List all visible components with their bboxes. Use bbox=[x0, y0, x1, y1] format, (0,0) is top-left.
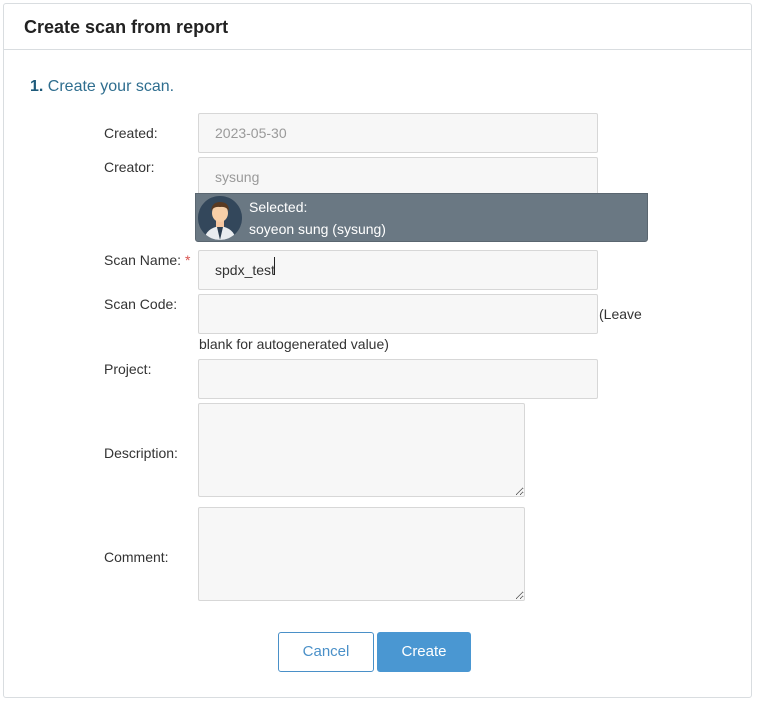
user-avatar-icon bbox=[198, 196, 242, 240]
text-caret bbox=[274, 257, 275, 275]
step-number: 1. bbox=[30, 78, 44, 95]
created-label: Created: bbox=[104, 125, 158, 141]
scan-code-hint-1: (Leave bbox=[599, 306, 642, 322]
scan-name-label-text: Scan Name: bbox=[104, 252, 182, 268]
create-button[interactable]: Create bbox=[377, 632, 471, 672]
dialog-header: Create scan from report bbox=[4, 4, 751, 50]
selected-user-box[interactable]: Selected: soyeon sung (sysung) bbox=[195, 193, 648, 242]
creator-field[interactable] bbox=[198, 157, 598, 197]
project-input[interactable] bbox=[198, 359, 598, 399]
scan-code-input[interactable] bbox=[198, 294, 598, 334]
comment-textarea[interactable] bbox=[198, 507, 525, 601]
selected-title: Selected: bbox=[249, 199, 308, 215]
comment-label: Comment: bbox=[104, 549, 169, 565]
required-marker: * bbox=[185, 252, 191, 268]
creator-label: Creator: bbox=[104, 159, 155, 175]
selected-user-name: soyeon sung (sysung) bbox=[249, 221, 386, 237]
scan-name-label: Scan Name: * bbox=[104, 252, 191, 268]
description-label: Description: bbox=[104, 445, 178, 461]
step-heading: 1. Create your scan. bbox=[30, 78, 174, 96]
created-field bbox=[198, 113, 598, 153]
scan-code-hint-2: blank for autogenerated value) bbox=[199, 336, 389, 352]
scan-code-label: Scan Code: bbox=[104, 296, 178, 312]
dialog-title: Create scan from report bbox=[24, 17, 229, 37]
scan-name-input[interactable] bbox=[198, 250, 598, 290]
step-text: Create your scan. bbox=[47, 78, 175, 95]
description-textarea[interactable] bbox=[198, 403, 525, 497]
cancel-button[interactable]: Cancel bbox=[278, 632, 374, 672]
project-label: Project: bbox=[104, 361, 152, 377]
